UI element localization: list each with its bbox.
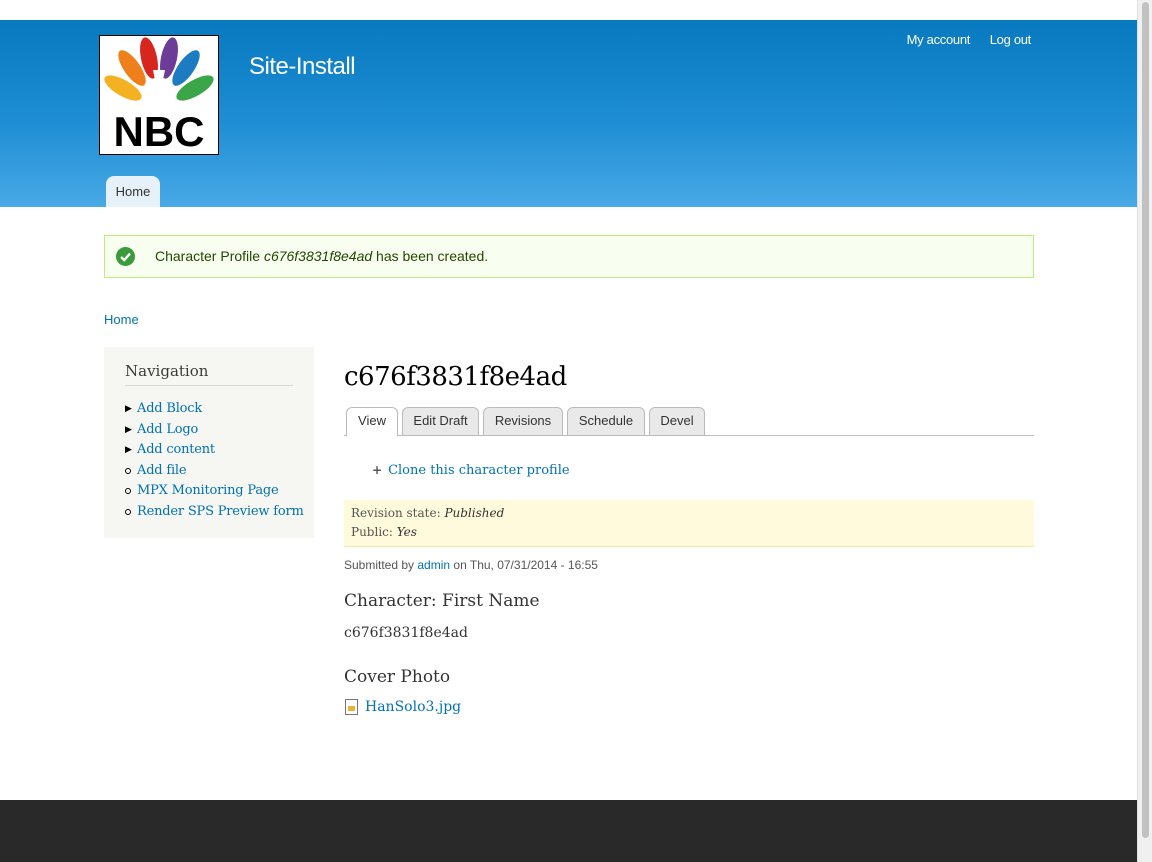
revision-info: Revision state: Published Public: Yes [344, 500, 1034, 547]
nav-link-add-block[interactable]: Add Block [137, 401, 202, 416]
nav-link-mpx-monitoring[interactable]: MPX Monitoring Page [137, 483, 279, 498]
clone-link[interactable]: Clone this character profile [388, 463, 570, 478]
breadcrumb-home-link[interactable]: Home [104, 312, 139, 327]
check-icon [116, 247, 135, 266]
message-node-id: c676f3831f8e4ad [263, 248, 373, 264]
plus-icon: + [372, 463, 383, 477]
breadcrumb: Home [104, 312, 139, 327]
peacock-icon: NBC [104, 37, 214, 154]
site-name[interactable]: Site-Install [249, 53, 356, 81]
navigation-menu: ▶ Add Block ▶ Add Logo ▶ Add content Add fi… [125, 399, 304, 522]
main-menu-home-tab[interactable]: Home [106, 176, 160, 207]
site-footer [0, 800, 1137, 862]
cover-photo-label: Cover Photo [344, 667, 451, 687]
expand-arrow-icon: ▶ [125, 404, 132, 414]
nav-link-add-content[interactable]: Add content [137, 442, 215, 457]
log-out-link[interactable]: Log out [990, 32, 1032, 47]
first-name-value: c676f3831f8e4ad [344, 625, 468, 641]
svg-text:NBC: NBC [114, 108, 205, 154]
expand-arrow-icon: ▶ [125, 445, 132, 455]
leaf-bullet-icon [125, 508, 131, 515]
submitted-info: Submitted by admin on Thu, 07/31/2014 - … [344, 558, 598, 572]
navigation-block: Navigation ▶ Add Block ▶ Add Logo ▶ Add con… [104, 347, 314, 538]
secondary-menu: My account Log out [891, 32, 1032, 47]
nav-item-add-content: ▶ Add content [125, 440, 304, 461]
author-link[interactable]: admin [417, 558, 450, 572]
page-title: c676f3831f8e4ad [344, 362, 567, 392]
navigation-title: Navigation [125, 362, 293, 386]
first-name-label: Character: First Name [344, 591, 540, 611]
clone-action: + Clone this character profile [372, 463, 570, 478]
nav-item-add-block: ▶ Add Block [125, 399, 304, 420]
status-message: Character Profile c676f3831f8e4ad has be… [104, 235, 1034, 278]
nbc-logo[interactable]: NBC [99, 35, 219, 155]
nav-link-render-sps[interactable]: Render SPS Preview form [137, 504, 304, 519]
page: NBC Site-Install My account Log out Home… [0, 0, 1137, 862]
nav-link-add-file[interactable]: Add file [137, 463, 187, 478]
vertical-scrollbar[interactable] [1137, 0, 1152, 862]
tab-edit-draft[interactable]: Edit Draft [402, 407, 479, 435]
public-state: Public: Yes [351, 525, 417, 539]
leaf-bullet-icon [125, 467, 131, 474]
leaf-bullet-icon [125, 488, 131, 494]
tab-devel[interactable]: Devel [649, 407, 705, 435]
node-tabs: View Edit Draft Revisions Schedule Devel [344, 406, 1034, 436]
site-header: NBC Site-Install My account Log out Home [0, 20, 1137, 207]
scrollbar-thumb[interactable] [1142, 2, 1149, 838]
revision-state: Revision state: Published [351, 506, 505, 520]
nav-item-render-sps: Render SPS Preview form [125, 502, 304, 523]
cover-photo-link[interactable]: HanSolo3.jpg [365, 699, 461, 715]
my-account-link[interactable]: My account [907, 32, 971, 47]
tab-schedule[interactable]: Schedule [567, 407, 645, 435]
nav-link-add-logo[interactable]: Add Logo [137, 422, 198, 437]
status-message-text: Character Profile c676f3831f8e4ad has be… [155, 248, 489, 264]
expand-arrow-icon: ▶ [125, 424, 132, 435]
image-file-icon [345, 699, 358, 715]
tab-revisions[interactable]: Revisions [483, 407, 563, 435]
tab-view[interactable]: View [346, 407, 398, 436]
nav-item-add-logo: ▶ Add Logo [125, 420, 304, 441]
nav-item-add-file: Add file [125, 461, 304, 482]
nav-item-mpx-monitoring: MPX Monitoring Page [125, 481, 304, 502]
